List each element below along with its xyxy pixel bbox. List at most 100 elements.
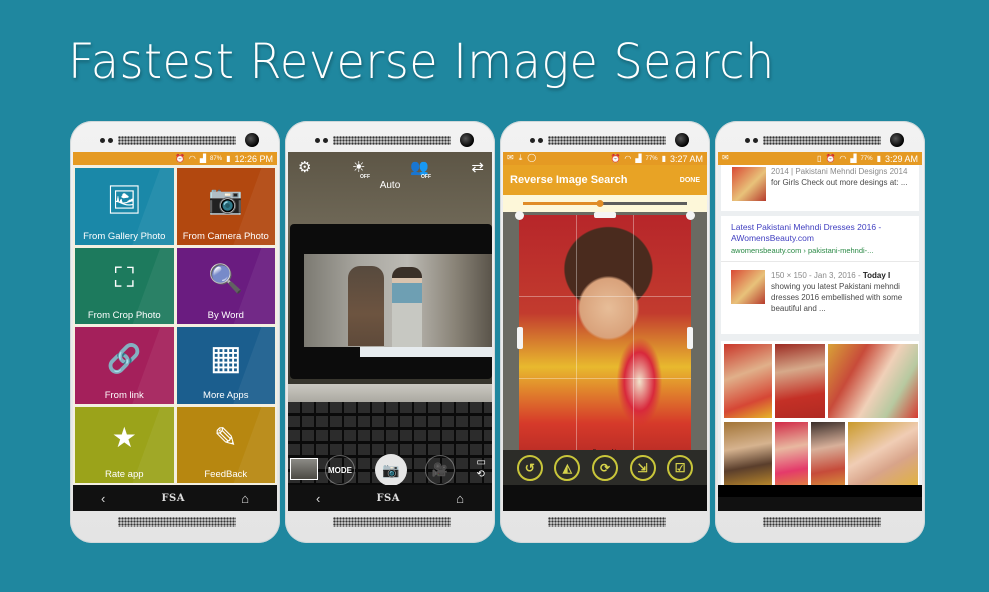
headline: Fastest Reverse Image Search	[68, 34, 775, 90]
crop-canvas[interactable]: www.superfunsite.com	[503, 211, 707, 465]
front-camera	[460, 133, 474, 147]
crop-grid-overlay	[519, 215, 691, 460]
crop-edge-left[interactable]	[517, 327, 523, 349]
done-button[interactable]: DONE	[680, 177, 700, 184]
battery-icon: ▮	[226, 154, 231, 163]
camera-icon: 📷	[208, 183, 244, 215]
earpiece-speaker	[333, 136, 451, 145]
home-button[interactable]: ⌂	[241, 491, 249, 506]
menu-grid: 🖼 From Gallery Photo 📷 From Camera Photo…	[73, 165, 277, 485]
zoom-slider-area	[503, 195, 707, 212]
sensor-dots	[530, 138, 543, 143]
flip-button[interactable]: ◭	[554, 454, 581, 481]
battery-percent: 77%	[645, 155, 658, 162]
crop-edge-top[interactable]	[594, 212, 616, 218]
phone-home: ⏰ ◠ ▟ 87% ▮ 12:26 PM 🖼 From Gallery Phot…	[70, 121, 280, 543]
last-photo-thumbnail[interactable]	[290, 458, 318, 480]
alarm-icon: ⏰	[174, 154, 185, 163]
similar-image[interactable]	[724, 344, 772, 418]
refresh-button[interactable]: ⟳	[591, 454, 618, 481]
result-thumbnail	[732, 167, 766, 201]
viewfinder-laptop	[290, 224, 492, 379]
crop-edge-right[interactable]	[687, 327, 693, 349]
tile-from-gallery-photo[interactable]: 🖼 From Gallery Photo	[75, 168, 174, 245]
sensor-dots	[745, 138, 758, 143]
front-camera	[245, 133, 259, 147]
results-screen: 2014 | Pakistani Mehndi Designs 2014 for…	[718, 152, 922, 511]
shutter-button[interactable]: 📷	[375, 454, 407, 486]
clock: 12:26 PM	[234, 153, 273, 164]
similar-image[interactable]	[828, 344, 918, 418]
grid-icon: ▦	[209, 339, 242, 378]
camera-icon: 📷	[382, 461, 400, 478]
sensor-dots	[315, 138, 328, 143]
signal-icon: ▟	[635, 154, 642, 163]
tile-from-crop-photo[interactable]: ⛶ From Crop Photo	[75, 247, 174, 324]
result-snippet: 2014 | Pakistani Mehndi Designs 2014 for…	[771, 167, 908, 187]
result-thumbnail	[731, 270, 765, 304]
vibrate-icon: ▯	[817, 154, 822, 163]
mode-button[interactable]: MODE	[325, 455, 355, 485]
confirm-button[interactable]: ☑	[667, 454, 694, 481]
similar-image[interactable]	[724, 422, 772, 485]
camera-top-controls: ⚙ ☀ OFF 👥 OFF ⇄ Auto	[288, 154, 492, 194]
gallery-icon: 🖼	[106, 183, 143, 215]
result-snippet: 150 × 150 - Jan 3, 2016 - Today I showin…	[771, 271, 903, 313]
scene-mode-label: Auto	[379, 180, 401, 191]
nav-bar	[503, 485, 707, 511]
tile-label: More Apps	[203, 389, 249, 401]
tile-from-link[interactable]: 🔗 From link	[75, 327, 174, 404]
result-card-top[interactable]: 2014 | Pakistani Mehndi Designs 2014 for…	[721, 165, 919, 211]
mail-icon: ✉	[722, 153, 729, 162]
app-title: Reverse Image Search	[510, 174, 628, 186]
video-record-button[interactable]: 🎥	[425, 455, 455, 485]
app-bar: Reverse Image Search DONE	[503, 165, 707, 195]
similar-image[interactable]	[775, 344, 825, 418]
crop-handle-top-left[interactable]	[515, 211, 524, 220]
settings-gear-icon[interactable]: ⚙	[298, 158, 311, 176]
crop-toolbar: ↺ ◭ ⟳ ⇲ ☑	[503, 450, 707, 485]
similar-image[interactable]	[848, 422, 918, 485]
result-title-link[interactable]: Latest Pakistani Mehndi Dresses 2016 - A…	[731, 222, 913, 244]
tile-label: Rate app	[104, 469, 144, 480]
zoom-slider[interactable]	[523, 200, 687, 207]
similar-image[interactable]	[775, 422, 808, 485]
resize-button[interactable]: ⇲	[629, 454, 656, 481]
battery-icon: ▮	[876, 154, 881, 163]
result-card[interactable]: Latest Pakistani Mehndi Dresses 2016 - A…	[721, 216, 919, 334]
similar-image[interactable]	[811, 422, 845, 485]
crop-handle-top-right[interactable]	[686, 211, 695, 220]
switch-camera-icon[interactable]: ⇄	[471, 158, 484, 176]
tile-from-camera-photo[interactable]: 📷 From Camera Photo	[176, 168, 275, 245]
tile-more-apps[interactable]: ▦ More Apps	[176, 327, 275, 404]
tile-rate-app[interactable]: ★ Rate app	[75, 406, 174, 483]
mail-icon: ✉	[507, 153, 514, 162]
wifi-icon: ◠	[839, 154, 847, 163]
refresh-icon: ⟳	[599, 460, 611, 475]
clock: 3:29 AM	[884, 153, 918, 164]
home-screen: ⏰ ◠ ▟ 87% ▮ 12:26 PM 🖼 From Gallery Phot…	[73, 152, 277, 511]
tile-feedback[interactable]: ✎ FeedBack	[176, 406, 275, 483]
alarm-icon: ⏰	[610, 154, 621, 163]
home-button[interactable]: ⌂	[456, 491, 464, 506]
nav-bar: ‹ FSA ⌂	[73, 485, 277, 511]
earpiece-speaker	[763, 136, 881, 145]
zoom-slider-thumb[interactable]	[596, 200, 604, 207]
bottom-speaker	[333, 517, 451, 527]
rotate-button[interactable]: ↺	[516, 454, 543, 481]
back-button[interactable]: ‹	[316, 491, 320, 506]
phone-crop: ✉ ⤓ ◯ ⏰ ◠ ▟ 77% ▮ 3:27 AM Reverse Image …	[500, 121, 710, 543]
battery-percent: 77%	[860, 155, 873, 162]
back-button[interactable]: ‹	[101, 491, 105, 506]
wifi-icon: ◠	[624, 154, 632, 163]
link-icon: 🔗	[106, 342, 142, 374]
nav-bar	[718, 497, 922, 511]
tile-by-word[interactable]: 🔍 By Word	[176, 247, 275, 324]
bottom-speaker	[118, 517, 236, 527]
nav-bar: ‹ FSA ⌂	[288, 485, 492, 511]
crop-screen: ✉ ⤓ ◯ ⏰ ◠ ▟ 77% ▮ 3:27 AM Reverse Image …	[503, 152, 707, 511]
signal-icon: ▟	[850, 154, 857, 163]
tile-label: From Gallery Photo	[83, 230, 166, 242]
camera-switch-button[interactable]: ▭ ⟲	[477, 457, 486, 481]
app-badge: FSA	[161, 492, 186, 504]
